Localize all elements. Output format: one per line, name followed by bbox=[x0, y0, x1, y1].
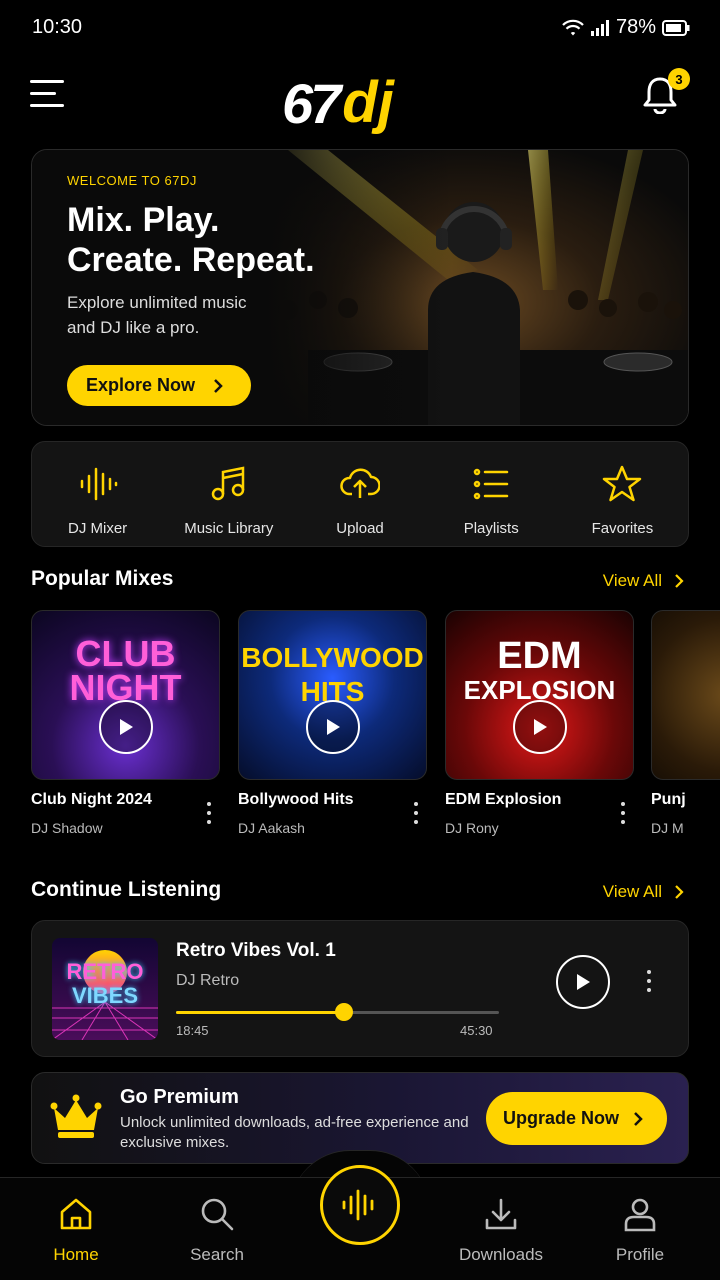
nav-search[interactable]: Search bbox=[157, 1196, 277, 1265]
chevron-right-icon bbox=[675, 885, 684, 899]
play-icon bbox=[327, 719, 340, 735]
app-logo: 67 dj bbox=[282, 70, 394, 135]
hero-subtitle: Explore unlimited music and DJ like a pr… bbox=[67, 293, 247, 337]
action-music-library[interactable]: Music Library bbox=[163, 442, 294, 546]
mix-title: Club Night 2024 bbox=[31, 791, 152, 808]
waveform-icon bbox=[80, 467, 117, 501]
chevron-right-icon bbox=[214, 378, 223, 393]
track-title: Retro Vibes Vol. 1 bbox=[176, 940, 336, 961]
menu-button[interactable] bbox=[30, 80, 64, 108]
mix-artist: DJ M bbox=[651, 820, 684, 836]
hamburger-icon bbox=[30, 80, 64, 83]
mix-artist: DJ Shadow bbox=[31, 820, 103, 836]
status-bar: 10:30 78% bbox=[0, 0, 720, 56]
chevron-right-icon bbox=[634, 1111, 643, 1126]
continue-listening-title: Continue Listening bbox=[31, 878, 222, 901]
mix-cover[interactable]: CLUB NIGHT bbox=[31, 610, 220, 780]
notifications-button[interactable]: 3 bbox=[642, 68, 690, 115]
chevron-right-icon bbox=[675, 574, 684, 588]
mix-cover[interactable] bbox=[651, 610, 720, 780]
play-button[interactable] bbox=[306, 700, 360, 754]
play-icon bbox=[120, 719, 133, 735]
center-mixer-button[interactable] bbox=[320, 1165, 400, 1245]
music-note-icon bbox=[211, 466, 245, 501]
nav-home[interactable]: Home bbox=[16, 1196, 136, 1265]
hero-banner: WELCOME TO 67DJ Mix. Play. Create. Repea… bbox=[31, 149, 689, 426]
quick-actions: DJ Mixer Music Library Upload Playlists … bbox=[31, 441, 689, 547]
hero-headline: Mix. Play. Create. Repeat. bbox=[67, 201, 315, 279]
cloud-upload-icon bbox=[340, 468, 380, 498]
battery-percent: 78% bbox=[615, 16, 656, 38]
mix-cover[interactable]: EDM EXPLOSION bbox=[445, 610, 634, 780]
search-icon bbox=[201, 1198, 234, 1231]
home-icon bbox=[60, 1198, 92, 1230]
crown-icon bbox=[50, 1094, 102, 1138]
total-duration: 45:30 bbox=[460, 1023, 493, 1038]
wifi-icon bbox=[562, 19, 584, 35]
status-icons: 78% bbox=[562, 16, 690, 39]
progress-slider[interactable] bbox=[176, 1003, 499, 1021]
nav-downloads[interactable]: Downloads bbox=[441, 1196, 561, 1265]
premium-title: Go Premium bbox=[120, 1086, 239, 1108]
elapsed-time: 18:45 bbox=[176, 1023, 209, 1038]
mix-artist: DJ Aakash bbox=[238, 820, 305, 836]
profile-icon bbox=[624, 1198, 656, 1232]
mix-card[interactable]: EDM EXPLOSION EDM Explosion DJ Rony bbox=[445, 610, 634, 836]
more-options-button[interactable] bbox=[644, 970, 654, 994]
play-icon bbox=[534, 719, 547, 735]
action-playlists[interactable]: Playlists bbox=[426, 442, 557, 546]
mix-card[interactable]: CLUB NIGHT Club Night 2024 DJ Shadow bbox=[31, 610, 220, 836]
progress-knob[interactable] bbox=[334, 1003, 353, 1021]
waveform-icon bbox=[342, 1189, 374, 1221]
popular-view-all[interactable]: View All bbox=[603, 571, 684, 591]
action-favorites[interactable]: Favorites bbox=[557, 442, 688, 546]
upgrade-now-button[interactable]: Upgrade Now bbox=[486, 1092, 667, 1145]
action-upload[interactable]: Upload bbox=[294, 442, 425, 546]
hero-eyebrow: WELCOME TO 67DJ bbox=[67, 173, 197, 188]
playlist-icon bbox=[473, 468, 509, 500]
more-options-button[interactable] bbox=[411, 802, 421, 826]
mix-cover[interactable]: BOLLYWOOD HITS bbox=[238, 610, 427, 780]
signal-icon bbox=[590, 19, 609, 36]
download-icon bbox=[485, 1198, 517, 1230]
play-button[interactable] bbox=[556, 955, 610, 1009]
more-options-button[interactable] bbox=[204, 802, 214, 826]
popular-mixes-title: Popular Mixes bbox=[31, 567, 174, 590]
app-header: 67 dj 3 bbox=[0, 60, 720, 132]
continue-listening-card[interactable]: RETRO VIBES Retro Vibes Vol. 1 DJ Retro … bbox=[31, 920, 689, 1057]
status-time: 10:30 bbox=[32, 16, 83, 38]
more-options-button[interactable] bbox=[618, 802, 628, 826]
battery-icon bbox=[662, 19, 690, 36]
play-icon bbox=[577, 974, 590, 990]
mix-card[interactable]: BOLLYWOOD HITS Bollywood Hits DJ Aakash bbox=[238, 610, 427, 836]
premium-description: Unlock unlimited downloads, ad-free expe… bbox=[120, 1114, 469, 1151]
mix-card[interactable]: Punj DJ M bbox=[651, 610, 720, 836]
continue-view-all[interactable]: View All bbox=[603, 882, 684, 902]
action-dj-mixer[interactable]: DJ Mixer bbox=[32, 442, 163, 546]
nav-profile[interactable]: Profile bbox=[580, 1196, 700, 1265]
progress-fill bbox=[176, 1011, 344, 1014]
mix-title: Bollywood Hits bbox=[238, 791, 354, 808]
play-button[interactable] bbox=[99, 700, 153, 754]
notification-badge: 3 bbox=[668, 68, 690, 90]
play-button[interactable] bbox=[513, 700, 567, 754]
popular-mixes-carousel[interactable]: CLUB NIGHT Club Night 2024 DJ Shadow BOL… bbox=[31, 610, 720, 850]
mix-title: Punj bbox=[651, 791, 686, 808]
explore-now-button[interactable]: Explore Now bbox=[67, 365, 251, 406]
track-thumbnail: RETRO VIBES bbox=[52, 938, 158, 1040]
mix-artist: DJ Rony bbox=[445, 820, 499, 836]
mix-title: EDM Explosion bbox=[445, 791, 562, 808]
track-artist: DJ Retro bbox=[176, 972, 240, 989]
star-icon bbox=[603, 465, 642, 502]
